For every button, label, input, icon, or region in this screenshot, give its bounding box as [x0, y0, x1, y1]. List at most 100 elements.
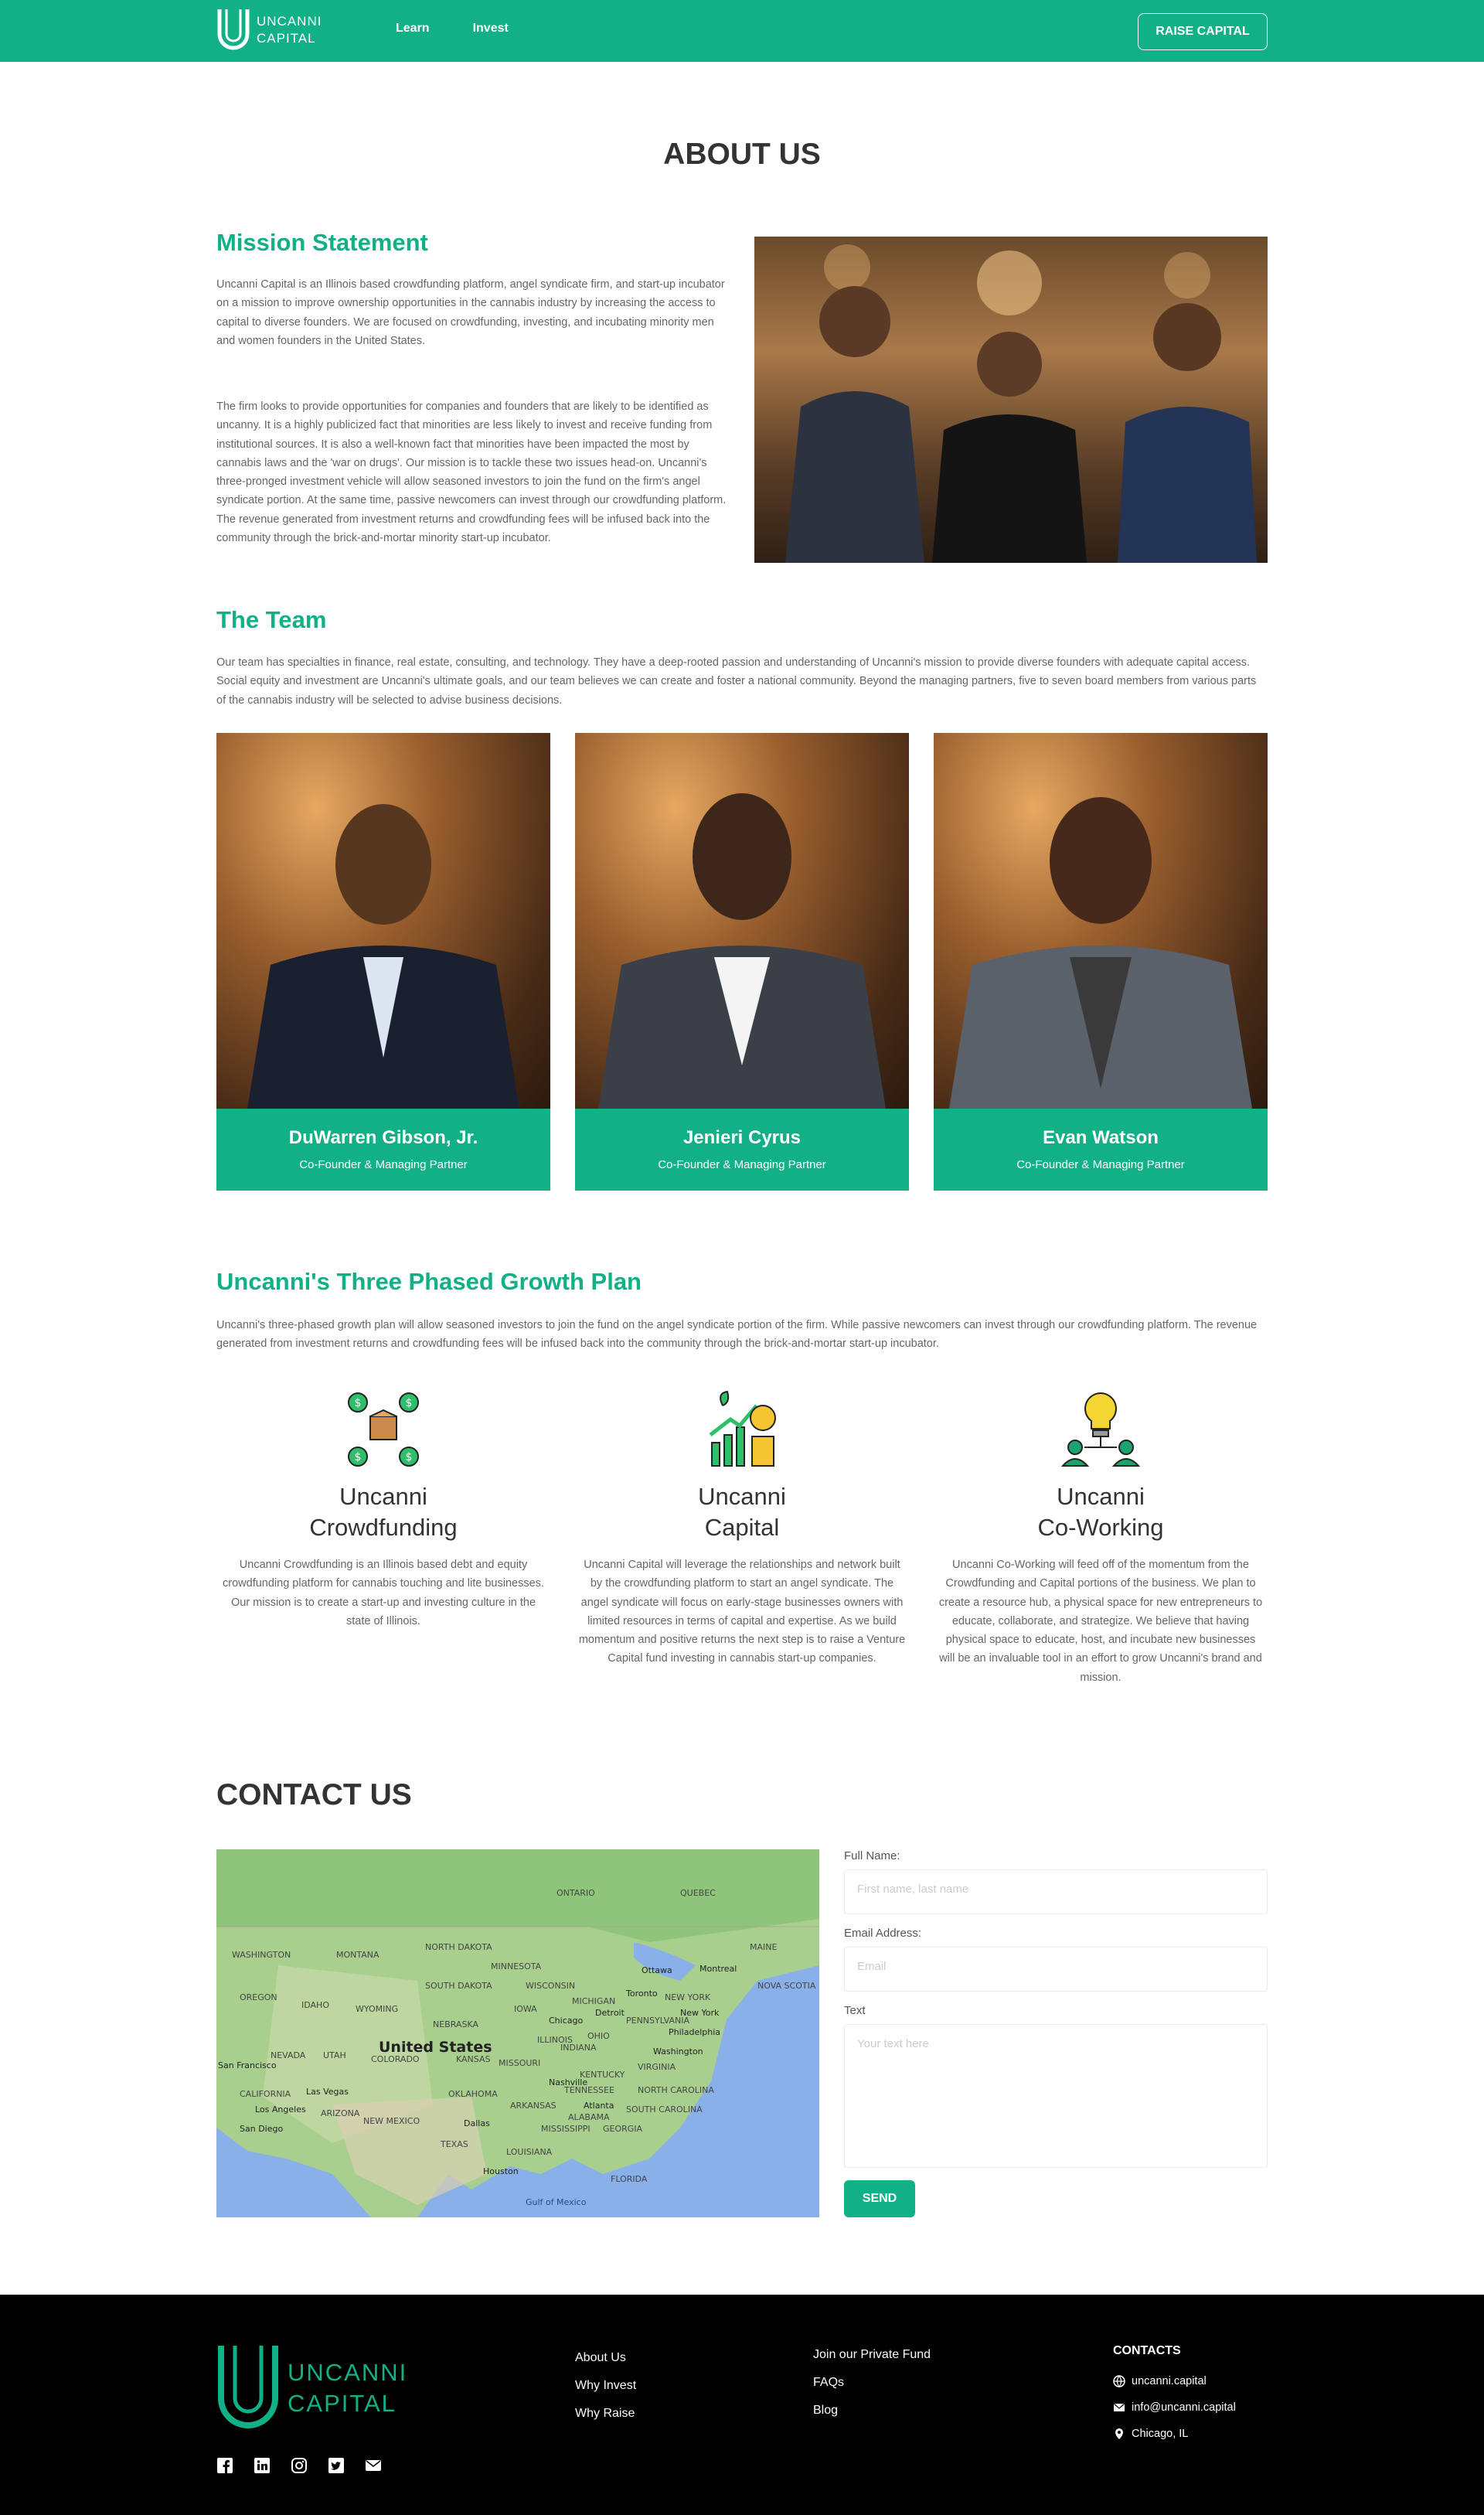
map-label: OKLAHOMA [448, 2089, 498, 2099]
map-label: MISSOURI [499, 2058, 540, 2068]
map-label: FLORIDA [611, 2174, 648, 2184]
growth-plan-heading: Uncanni's Three Phased Growth Plan [216, 1268, 642, 1295]
nav-invest[interactable]: Invest [473, 22, 509, 36]
map-country-label: United States [379, 2039, 492, 2056]
team-member-name: DuWarren Gibson, Jr. [288, 1127, 478, 1148]
map-label: Chicago [549, 2016, 583, 2026]
map-label: Montreal [699, 1964, 737, 1974]
mission-paragraph-2: The firm looks to provide opportunities … [216, 400, 727, 545]
map-label: GEORGIA [603, 2124, 643, 2134]
message-textarea[interactable]: Your text here [844, 2024, 1268, 2168]
svg-text:$: $ [406, 1451, 413, 1464]
mail-icon[interactable] [365, 2457, 382, 2474]
facebook-icon[interactable] [216, 2457, 233, 2474]
footer-logo-u-icon [218, 2346, 278, 2428]
map-label: NORTH DAKOTA [425, 1942, 492, 1952]
page-title: ABOUT US [663, 138, 821, 171]
map-label: QUEBEC [680, 1888, 716, 1898]
map-label: Detroit [595, 2008, 625, 2018]
logo-u-icon [217, 9, 250, 50]
team-heading: The Team [216, 606, 327, 633]
footer-logo[interactable]: UNCANNI CAPITAL [216, 2343, 407, 2434]
map-label: San Diego [240, 2124, 283, 2134]
map-label: MICHIGAN [572, 1996, 615, 2006]
map-label: NEW YORK [665, 1992, 711, 2002]
twitter-icon[interactable] [328, 2457, 345, 2474]
footer-link-private-fund[interactable]: Join our Private Fund [813, 2341, 931, 2369]
map-label: Ottawa [642, 1965, 672, 1975]
team-member-photo [575, 733, 909, 1109]
team-member-role: Co-Founder & Managing Partner [1016, 1158, 1185, 1171]
crowdfunding-icon: $ $ $ $ [348, 1392, 419, 1467]
footer-link-why-raise[interactable]: Why Raise [575, 2400, 636, 2428]
contact-email[interactable]: info@uncanni.capital [1113, 2401, 1236, 2414]
mission-heading: Mission Statement [216, 229, 428, 256]
location-map[interactable]: WASHINGTON MONTANA NORTH DAKOTA MINNESOT… [216, 1849, 819, 2217]
map-label: Washington [653, 2046, 703, 2057]
team-member-name: Evan Watson [1043, 1127, 1159, 1148]
globe-icon [1113, 2375, 1125, 2387]
plan-title-line1: Uncanni [698, 1483, 786, 1510]
map-label: Toronto [625, 1988, 658, 1999]
map-label: ARIZONA [321, 2108, 360, 2118]
svg-text:$: $ [355, 1397, 362, 1409]
footer: UNCANNI CAPITAL About Us Why Invest Why … [0, 2295, 1484, 2515]
team-member-photo [216, 733, 550, 1109]
map-label: WASHINGTON [232, 1950, 291, 1960]
plan-title-line2: Co-Working [1037, 1514, 1164, 1541]
plan-crowdfunding: $ $ $ $ Uncanni Crowdfunding Uncanni Cro… [216, 1389, 550, 1631]
map-label: NEBRASKA [433, 2019, 478, 2029]
footer-link-about-us[interactable]: About Us [575, 2344, 636, 2372]
contact-website[interactable]: uncanni.capital [1113, 2375, 1207, 2387]
send-button[interactable]: SEND [844, 2180, 915, 2217]
footer-link-blog[interactable]: Blog [813, 2397, 931, 2425]
email-input[interactable]: Email [844, 1947, 1268, 1992]
plan-title-line1: Uncanni [1057, 1483, 1145, 1510]
main-nav: Learn Invest [396, 22, 509, 36]
map-label: SOUTH DAKOTA [425, 1981, 492, 1991]
team-member-name: Jenieri Cyrus [682, 1127, 802, 1148]
map-label: New York [680, 2008, 720, 2018]
plan-capital: Uncanni Capital Uncanni Capital will lev… [575, 1389, 909, 1668]
map-label: ONTARIO [556, 1888, 595, 1898]
uncanni-capital-logo[interactable]: UNCANNI CAPITAL [216, 8, 322, 53]
map-label: San Francisco [218, 2060, 277, 2070]
linkedin-icon[interactable] [254, 2457, 271, 2474]
contact-location: Chicago, IL [1113, 2428, 1188, 2440]
founders-group-photo [754, 237, 1268, 563]
footer-links-2: Join our Private Fund FAQs Blog [813, 2341, 931, 2425]
map-label: Los Angeles [255, 2104, 306, 2115]
map-label: NEW MEXICO [363, 2116, 420, 2126]
map-label: Atlanta [584, 2101, 614, 2111]
plan-description: Uncanni Capital will leverage the relati… [578, 1559, 906, 1665]
team-member-photo [934, 733, 1268, 1109]
footer-link-why-invest[interactable]: Why Invest [575, 2372, 636, 2400]
map-label: ARKANSAS [510, 2101, 556, 2111]
map-label: Nashville [549, 2077, 587, 2087]
email-label: Email Address: [844, 1927, 922, 1940]
map-label: Philadelphia [669, 2027, 720, 2037]
map-label: Gulf of Mexico [526, 2197, 587, 2207]
map-label: Las Vegas [306, 2087, 349, 2097]
team-card: Jenieri Cyrus Co-Founder & Managing Part… [575, 733, 909, 1191]
footer-logo-line2: CAPITAL [288, 2390, 397, 2417]
contact-heading: CONTACT US [216, 1778, 412, 1811]
logo-text-line1: UNCANNI [257, 14, 322, 29]
map-label: NEVADA [271, 2050, 306, 2060]
map-label: WYOMING [356, 2004, 398, 2014]
raise-capital-button[interactable]: RAISE CAPITAL [1138, 13, 1268, 50]
team-member-role: Co-Founder & Managing Partner [299, 1158, 468, 1171]
full-name-input[interactable]: First name, last name [844, 1869, 1268, 1914]
map-label: MISSISSIPPI [541, 2124, 591, 2134]
map-label: NOVA SCOTIA [757, 1981, 816, 1991]
instagram-icon[interactable] [291, 2457, 308, 2474]
nav-learn[interactable]: Learn [396, 22, 430, 36]
email-text: info@uncanni.capital [1132, 2401, 1236, 2414]
map-label: Houston [483, 2166, 519, 2176]
plan-title-line1: Uncanni [339, 1483, 427, 1510]
map-label: IDAHO [301, 2000, 329, 2010]
social-links [216, 2457, 382, 2474]
footer-link-faqs[interactable]: FAQs [813, 2369, 931, 2397]
plan-coworking: Uncanni Co-Working Uncanni Co-Working wi… [934, 1389, 1268, 1687]
envelope-icon [1113, 2403, 1125, 2411]
